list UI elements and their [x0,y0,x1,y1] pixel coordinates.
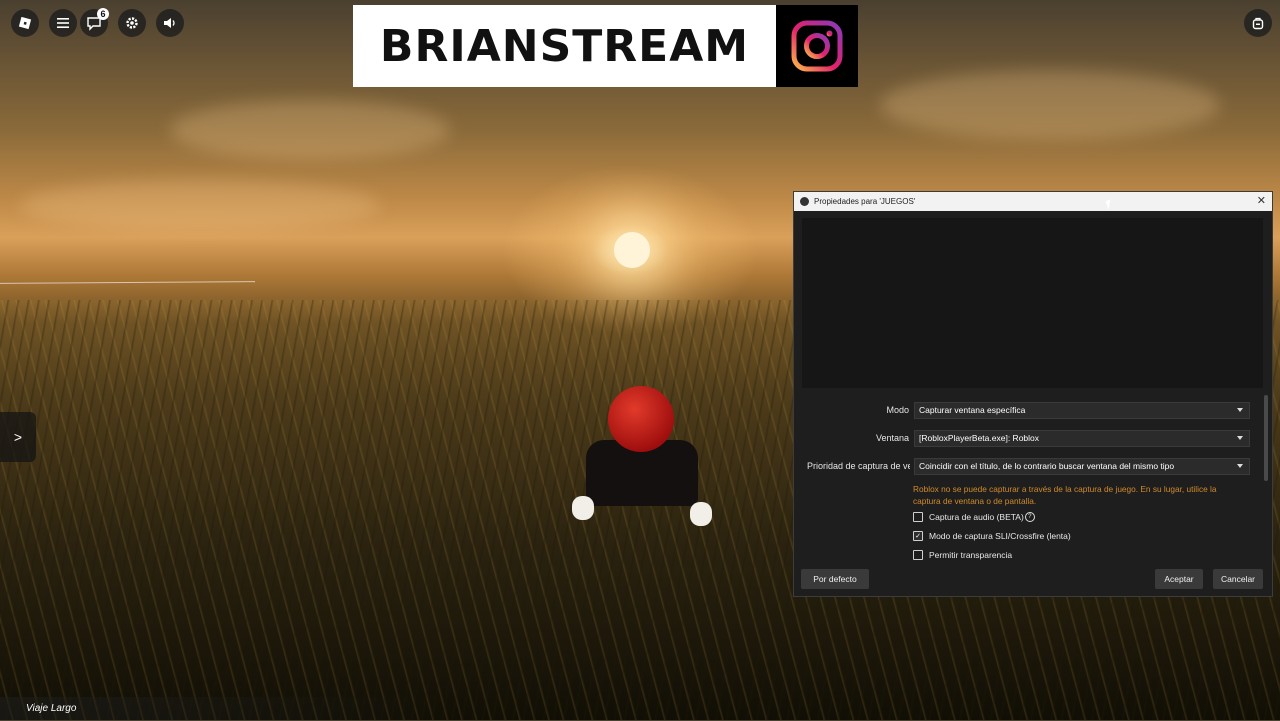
area-label-text: Viaje Largo [26,703,77,714]
cloud [170,100,450,160]
avatar-left-hand [572,496,594,520]
settings-icon[interactable] [118,9,146,37]
stream-banner: BRIANSTREAM [353,5,776,87]
avatar-head [608,386,674,452]
audio-capture-checkbox[interactable] [913,512,923,522]
chat-badge: 6 [97,8,109,20]
menu-icon[interactable] [49,9,77,37]
sli-crossfire-option[interactable]: ✓ Modo de captura SLI/Crossfire (lenta) [913,531,1071,541]
accept-button[interactable]: Aceptar [1155,569,1203,589]
roblox-logo-icon[interactable] [11,9,39,37]
transparency-option[interactable]: Permitir transparencia [913,550,1012,560]
volume-icon[interactable] [156,9,184,37]
modo-value: Capturar ventana específica [919,405,1026,415]
transparency-label: Permitir transparencia [929,550,1013,560]
instagram-logo-icon [776,5,858,87]
ventana-select[interactable]: [RobloxPlayerBeta.exe]: Roblox [914,430,1250,447]
ventana-label: Ventana [875,433,909,443]
defaults-button[interactable]: Por defecto [801,569,869,589]
cloud [880,70,1220,140]
prioridad-value: Coincidir con el título, de lo contrario… [919,461,1175,471]
capture-warning: Roblox no se puede capturar a través de … [913,484,1217,506]
audio-capture-option[interactable]: Captura de audio (BETA) ? [913,512,1035,522]
prioridad-label: Prioridad de captura de ve [807,461,910,471]
obs-icon [800,197,809,206]
capture-preview [802,218,1263,388]
dialog-scrollbar[interactable] [1264,395,1268,481]
chat-icon[interactable]: 6 [80,8,109,37]
audio-capture-label: Captura de audio (BETA) [929,512,1024,522]
sli-crossfire-checkbox[interactable]: ✓ [913,531,923,541]
side-panel-toggle[interactable]: > [0,412,36,462]
area-label: Viaje Largo [0,697,450,720]
prioridad-select[interactable]: Coincidir con el título, de lo contrario… [914,458,1250,475]
sun [614,232,650,268]
banner-title: BRIANSTREAM [379,20,750,72]
transparency-checkbox[interactable] [913,550,923,560]
help-icon[interactable]: ? [1024,512,1035,522]
dialog-title: Propiedades para 'JUEGOS' [814,197,916,206]
horizon-streak [0,281,256,284]
backpack-icon[interactable] [1244,9,1272,37]
cloud [20,180,380,230]
chevron-down-icon [1237,464,1243,468]
close-icon[interactable]: ✕ [1257,195,1266,207]
chevron-down-icon [1237,436,1243,440]
chevron-down-icon [1237,408,1243,412]
ventana-value: [RobloxPlayerBeta.exe]: Roblox [919,433,1040,443]
properties-dialog: Propiedades para 'JUEGOS' ✕ Modo Captura… [793,191,1273,597]
cancel-button[interactable]: Cancelar [1213,569,1263,589]
avatar-right-hand [690,502,712,526]
modo-select[interactable]: Capturar ventana específica [914,402,1250,419]
modo-label: Modo [886,405,909,415]
sli-crossfire-label: Modo de captura SLI/Crossfire (lenta) [929,531,1071,541]
dialog-titlebar[interactable]: Propiedades para 'JUEGOS' ✕ [794,192,1272,211]
